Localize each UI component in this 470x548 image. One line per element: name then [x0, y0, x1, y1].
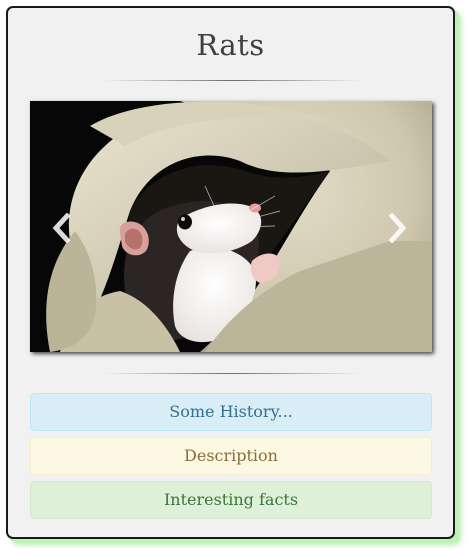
content-card: Rats Some History... Description Interes… — [6, 6, 455, 539]
page-title: Rats — [196, 28, 265, 62]
image-carousel[interactable] — [30, 101, 432, 352]
rat-photo — [30, 101, 432, 352]
panel-interesting-facts[interactable]: Interesting facts — [30, 481, 432, 519]
chevron-right-icon[interactable] — [385, 213, 409, 243]
section-divider — [103, 373, 361, 374]
title-divider — [103, 80, 361, 81]
panel-some-history[interactable]: Some History... — [30, 393, 432, 431]
panel-description[interactable]: Description — [30, 437, 432, 475]
chevron-left-icon[interactable] — [50, 213, 74, 243]
